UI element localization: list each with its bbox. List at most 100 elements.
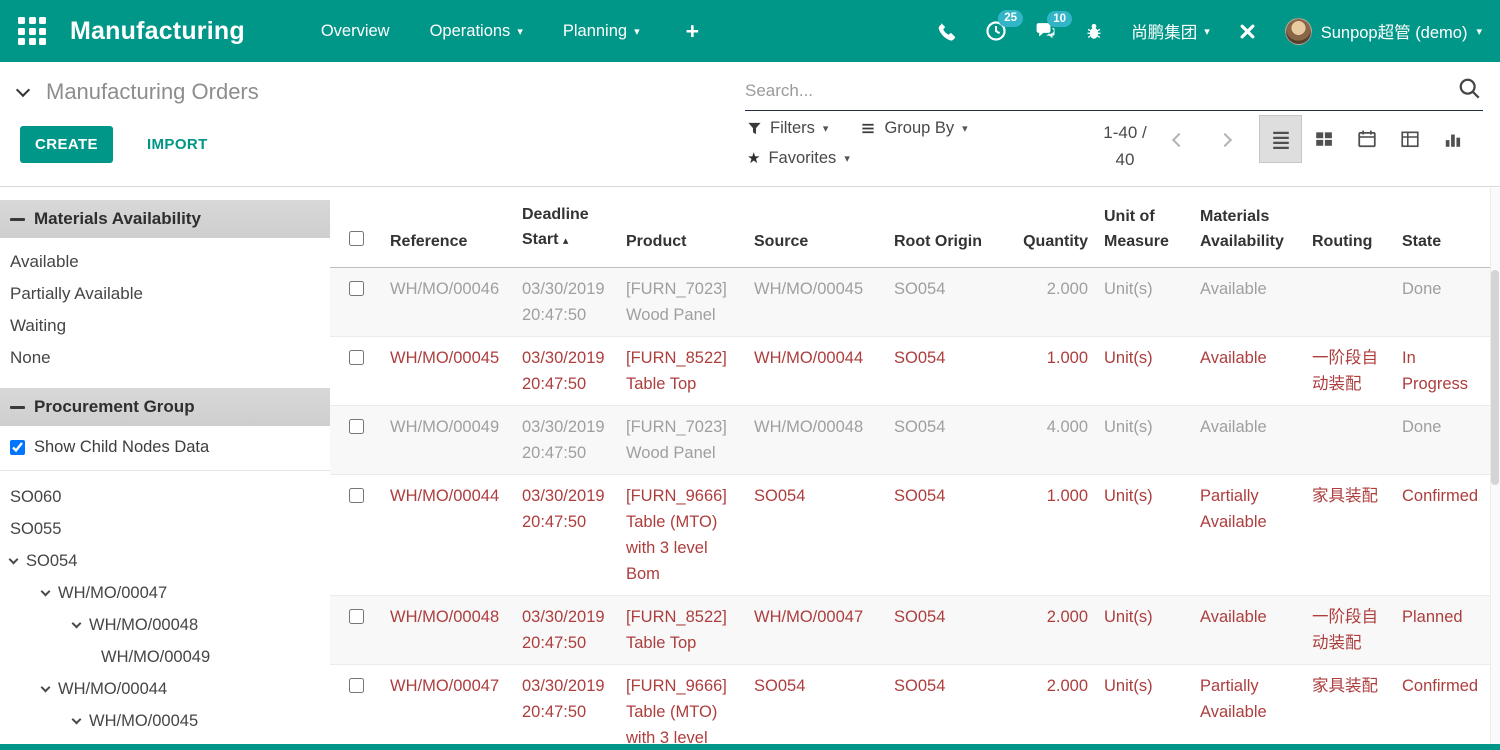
col-source[interactable]: Source: [746, 188, 886, 268]
cell-root-origin: SO054: [886, 268, 1014, 337]
calendar-icon: [1357, 129, 1377, 149]
list-view-button[interactable]: [1259, 115, 1302, 163]
row-checkbox[interactable]: [349, 350, 364, 365]
col-state[interactable]: State: [1394, 188, 1490, 268]
pager: 1-40 / 40: [1096, 119, 1154, 173]
sort-asc-icon: ▴: [563, 235, 569, 247]
tree-item-mo45[interactable]: WH/MO/00045: [0, 705, 330, 737]
activities-clock-icon[interactable]: 25: [985, 20, 1007, 42]
graph-view-button[interactable]: [1431, 115, 1474, 163]
group-by-menu[interactable]: Group By ▾: [860, 119, 967, 138]
row-checkbox-cell: [330, 337, 382, 406]
calendar-view-button[interactable]: [1345, 115, 1388, 163]
app-title[interactable]: Manufacturing: [70, 17, 245, 46]
col-root-origin[interactable]: Root Origin: [886, 188, 1014, 268]
menu-overview[interactable]: Overview: [321, 22, 390, 41]
cell-deadline: 03/30/2019 20:47:50: [514, 475, 618, 596]
table-row[interactable]: WH/MO/00045 03/30/2019 20:47:50 [FURN_85…: [330, 337, 1490, 406]
cell-product: [FURN_7023] Wood Panel: [618, 268, 746, 337]
breadcrumb[interactable]: Manufacturing Orders: [18, 79, 259, 105]
add-menu-button[interactable]: +: [686, 20, 699, 43]
table-row[interactable]: WH/MO/00046 03/30/2019 20:47:50 [FURN_70…: [330, 268, 1490, 337]
table-row[interactable]: WH/MO/00049 03/30/2019 20:47:50 [FURN_70…: [330, 406, 1490, 475]
col-unit-of-measure[interactable]: Unit of Measure: [1096, 188, 1192, 268]
phone-icon[interactable]: [937, 21, 958, 42]
row-checkbox-cell: [330, 665, 382, 745]
filter-item-partially-available[interactable]: Partially Available: [0, 278, 330, 310]
tree-item-mo48[interactable]: WH/MO/00048: [0, 609, 330, 641]
filter-item-available[interactable]: Available: [0, 246, 330, 278]
row-checkbox[interactable]: [349, 419, 364, 434]
chevron-down-icon: ▾: [1476, 27, 1482, 38]
minus-icon: [10, 218, 25, 221]
favorites-menu[interactable]: ★ Favorites ▾: [747, 149, 850, 168]
cell-availability: Available: [1192, 268, 1304, 337]
cell-routing: [1304, 268, 1394, 337]
message-count-badge: 10: [1047, 11, 1072, 28]
row-checkbox-cell: [330, 406, 382, 475]
table-row[interactable]: WH/MO/00047 03/30/2019 20:47:50 [FURN_96…: [330, 665, 1490, 745]
col-routing[interactable]: Routing: [1304, 188, 1394, 268]
apps-menu-icon[interactable]: [18, 17, 46, 45]
chevron-down-icon: ▾: [962, 124, 968, 135]
cell-source: SO054: [746, 475, 886, 596]
pager-previous-button[interactable]: [1172, 130, 1186, 152]
chevron-down-icon: ▾: [823, 124, 829, 135]
bug-icon[interactable]: [1084, 21, 1104, 42]
table-header-row: Reference Deadline Start ▴ Product Sourc…: [330, 188, 1490, 268]
row-checkbox[interactable]: [349, 609, 364, 624]
tools-icon[interactable]: [1237, 21, 1258, 42]
tree-item-mo44[interactable]: WH/MO/00044: [0, 673, 330, 705]
col-quantity[interactable]: Quantity: [1014, 188, 1096, 268]
col-deadline-start[interactable]: Deadline Start ▴: [514, 188, 618, 268]
cell-quantity: 1.000: [1014, 475, 1096, 596]
tree-item-mo47[interactable]: WH/MO/00047: [0, 577, 330, 609]
select-all-checkbox[interactable]: [349, 231, 364, 246]
col-materials-availability[interactable]: Materials Availability: [1192, 188, 1304, 268]
messages-icon[interactable]: 10: [1034, 21, 1057, 42]
user-menu[interactable]: Sunpop超管 (demo) ▾: [1285, 18, 1482, 45]
filters-menu[interactable]: Filters ▾: [747, 119, 828, 138]
row-checkbox-cell: [330, 475, 382, 596]
col-product[interactable]: Product: [618, 188, 746, 268]
tree-item-so055[interactable]: SO055: [0, 513, 330, 545]
cell-deadline: 03/30/2019 20:47:50: [514, 268, 618, 337]
chevron-down-icon: [41, 587, 51, 597]
show-child-nodes-checkbox[interactable]: [10, 440, 25, 455]
tree-item-so054[interactable]: SO054: [0, 545, 330, 577]
table-row[interactable]: WH/MO/00048 03/30/2019 20:47:50 [FURN_85…: [330, 596, 1490, 665]
filter-item-waiting[interactable]: Waiting: [0, 310, 330, 342]
menu-operations[interactable]: Operations ▾: [430, 22, 523, 41]
search-panel-sidebar: Materials Availability Available Partial…: [0, 188, 330, 744]
kanban-view-button[interactable]: [1302, 115, 1345, 163]
tree-item-so060[interactable]: SO060: [0, 481, 330, 513]
create-button[interactable]: CREATE: [20, 126, 113, 163]
search-bar: [745, 75, 1483, 111]
row-checkbox[interactable]: [349, 281, 364, 296]
search-options: Filters ▾ Group By ▾ ★ Favorites ▾: [747, 119, 968, 179]
cell-state: Done: [1394, 268, 1490, 337]
scrollbar-thumb[interactable]: [1491, 270, 1499, 485]
search-input[interactable]: [745, 75, 1449, 107]
cell-state: Confirmed: [1394, 665, 1490, 745]
cell-product: [FURN_9666] Table (MTO) with 3 level Bom: [618, 475, 746, 596]
import-button[interactable]: IMPORT: [141, 135, 214, 154]
row-checkbox[interactable]: [349, 678, 364, 693]
vertical-scrollbar[interactable]: [1490, 188, 1500, 744]
chevron-down-icon: [72, 715, 82, 725]
menu-planning[interactable]: Planning ▾: [563, 22, 640, 41]
cell-availability: Available: [1192, 596, 1304, 665]
search-icon[interactable]: [1457, 76, 1481, 105]
cell-availability: Available: [1192, 406, 1304, 475]
table-row[interactable]: WH/MO/00044 03/30/2019 20:47:50 [FURN_96…: [330, 475, 1490, 596]
pager-next-button[interactable]: [1218, 130, 1232, 152]
cell-routing: 一阶段自动装配: [1304, 596, 1394, 665]
cell-reference: WH/MO/00044: [382, 475, 514, 596]
col-reference[interactable]: Reference: [382, 188, 514, 268]
cell-uom: Unit(s): [1096, 596, 1192, 665]
company-switcher[interactable]: 尚鹏集团 ▾: [1131, 19, 1210, 43]
tree-item-mo49[interactable]: WH/MO/00049: [0, 641, 330, 673]
row-checkbox[interactable]: [349, 488, 364, 503]
pivot-view-button[interactable]: [1388, 115, 1431, 163]
filter-item-none[interactable]: None: [0, 342, 330, 374]
